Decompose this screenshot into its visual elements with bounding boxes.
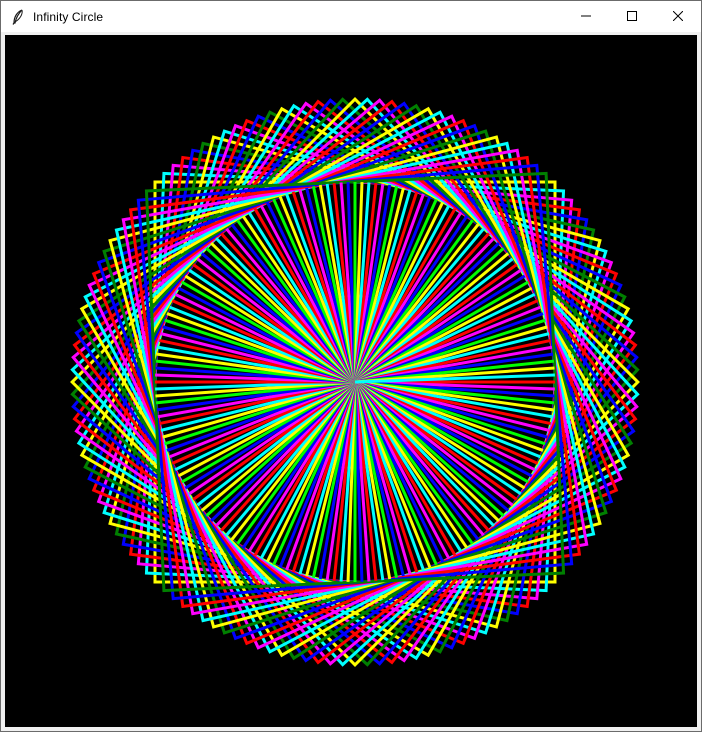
minimize-button[interactable] — [563, 1, 609, 32]
maximize-icon — [627, 8, 637, 26]
minimize-icon — [581, 8, 591, 26]
close-icon — [672, 8, 684, 26]
feather-icon — [10, 8, 26, 25]
radial-rays — [155, 182, 555, 582]
drawing-canvas[interactable] — [5, 35, 697, 727]
window-controls — [563, 1, 701, 32]
close-button[interactable] — [655, 1, 701, 32]
maximize-button[interactable] — [609, 1, 655, 32]
window-title: Infinity Circle — [33, 9, 104, 24]
infinity-circle-art — [70, 97, 640, 667]
app-window: Infinity Circle — [0, 0, 702, 732]
title-bar[interactable]: Infinity Circle — [1, 1, 701, 32]
